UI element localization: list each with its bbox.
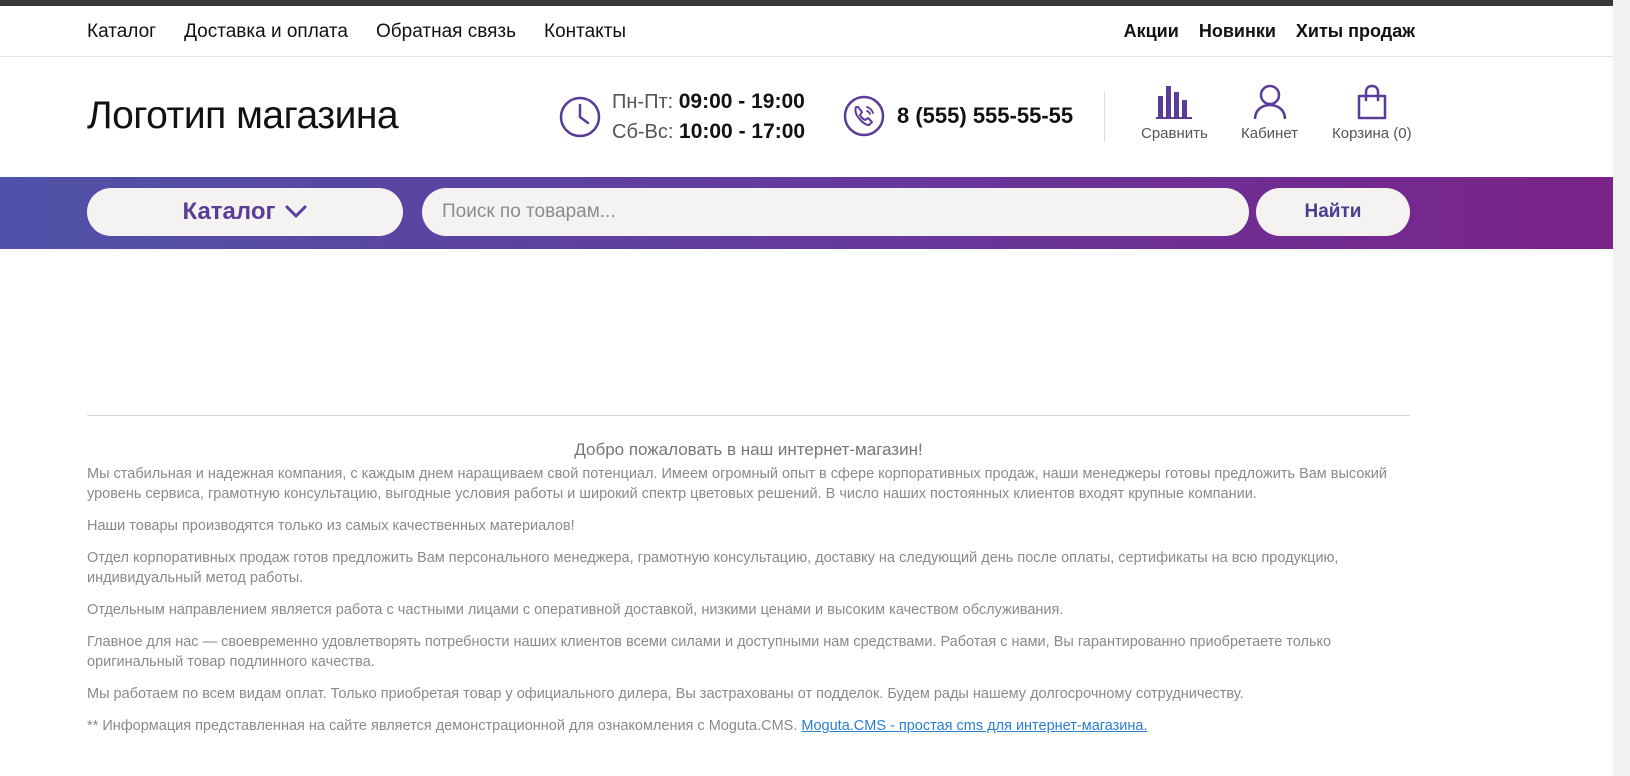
compare-button[interactable]: Сравнить xyxy=(1141,84,1208,142)
phone-number[interactable]: 8 (555) 555-55-55 xyxy=(897,103,1073,129)
header-divider xyxy=(1104,92,1105,142)
weekday-hours: Пн-Пт: 09:00 - 19:00 xyxy=(612,87,805,117)
compare-chart-icon xyxy=(1156,86,1193,119)
catalog-button-label: Каталог xyxy=(182,198,276,225)
content-paragraph: Главное для нас — своевременно удовлетво… xyxy=(87,634,1332,670)
top-nav-left: Каталог Доставка и оплата Обратная связь… xyxy=(87,6,654,57)
phone-block[interactable]: 8 (555) 555-55-55 xyxy=(843,95,1073,137)
top-navigation: Каталог Доставка и оплата Обратная связь… xyxy=(0,6,1613,57)
search-input[interactable] xyxy=(422,188,1249,236)
scrollbar-track[interactable] xyxy=(1613,0,1630,776)
compare-label: Сравнить xyxy=(1141,125,1208,142)
nav-link-delivery[interactable]: Доставка и оплата xyxy=(184,21,348,43)
cabinet-label: Кабинет xyxy=(1241,125,1299,142)
hours-lines: Пн-Пт: 09:00 - 19:00 Сб-Вс: 10:00 - 17:0… xyxy=(612,87,805,147)
weekday-label: Пн-Пт: xyxy=(612,91,674,113)
moguta-cms-link[interactable]: Moguta.CMS - простая cms для интернет-ма… xyxy=(801,718,1147,734)
cart-button[interactable]: Корзина (0) xyxy=(1332,84,1412,142)
catalog-dropdown-button[interactable]: Каталог xyxy=(87,188,403,236)
content-paragraph: Мы стабильная и надежная компания, с каж… xyxy=(87,466,1387,502)
content-divider xyxy=(87,415,1410,416)
top-nav-right: Акции Новинки Хиты продаж xyxy=(1104,6,1415,57)
nav-link-catalog[interactable]: Каталог xyxy=(87,21,156,43)
phone-icon xyxy=(843,95,885,137)
weekend-hours: Сб-Вс: 10:00 - 17:00 xyxy=(612,117,805,147)
content-paragraph: Отдел корпоративных продаж готов предлож… xyxy=(87,550,1339,586)
footnote-text: ** Информация представленная на сайте яв… xyxy=(87,718,798,734)
clock-icon xyxy=(559,96,601,138)
search-bar-strip: Каталог Найти xyxy=(0,177,1613,249)
working-hours: Пн-Пт: 09:00 - 19:00 Сб-Вс: 10:00 - 17:0… xyxy=(558,87,805,147)
nav-link-bestsellers[interactable]: Хиты продаж xyxy=(1296,21,1415,42)
search-submit-button[interactable]: Найти xyxy=(1256,188,1410,236)
content-paragraph: Наши товары производятся только из самых… xyxy=(87,518,575,534)
weekend-time: 10:00 - 17:00 xyxy=(679,120,806,143)
nav-link-contacts[interactable]: Контакты xyxy=(544,21,626,43)
content-paragraph: Мы работаем по всем видам оплат. Только … xyxy=(87,686,1244,702)
content-paragraph: Отдельным направлением является работа с… xyxy=(87,602,1064,618)
welcome-content: Мы стабильная и надежная компания, с каж… xyxy=(87,464,1397,748)
welcome-title: Добро пожаловать в наш интернет-магазин! xyxy=(574,440,923,459)
shopping-bag-icon xyxy=(1357,84,1387,120)
weekend-label: Сб-Вс: xyxy=(612,121,674,143)
nav-link-feedback[interactable]: Обратная связь xyxy=(376,21,516,43)
cart-label: Корзина (0) xyxy=(1332,125,1412,142)
user-icon xyxy=(1253,84,1286,120)
store-logo[interactable]: Логотип магазина xyxy=(87,94,399,138)
nav-link-sales[interactable]: Акции xyxy=(1124,21,1179,42)
weekday-time: 09:00 - 19:00 xyxy=(678,90,805,113)
cabinet-button[interactable]: Кабинет xyxy=(1241,84,1298,142)
chevron-down-icon xyxy=(285,205,307,218)
nav-link-new[interactable]: Новинки xyxy=(1199,21,1276,42)
footnote: ** Информация представленная на сайте яв… xyxy=(87,716,1397,736)
